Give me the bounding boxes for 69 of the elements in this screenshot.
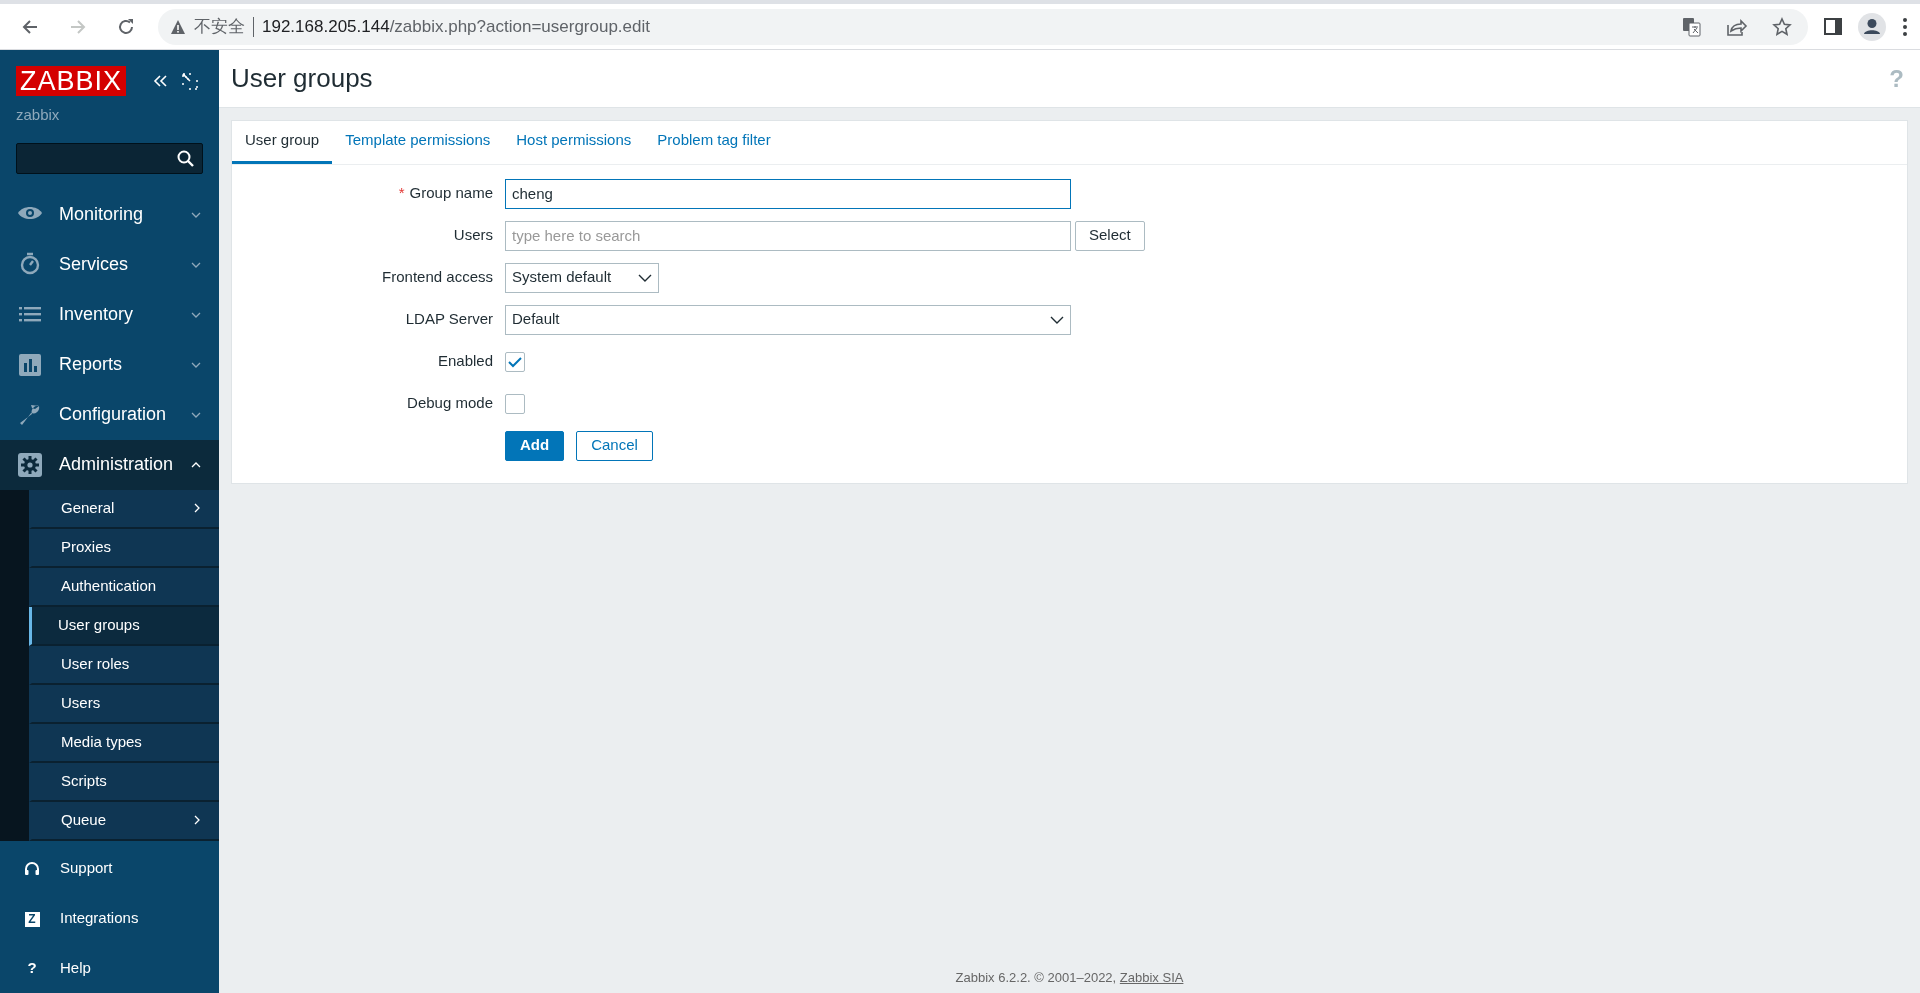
add-button[interactable]: Add [505, 430, 565, 461]
search-field[interactable] [16, 142, 203, 174]
search-field[interactable]: type here to search [505, 220, 1071, 251]
headset-icon [24, 861, 40, 877]
checkbox[interactable] [505, 351, 525, 372]
warning-icon [170, 18, 186, 35]
server-name: zabbix [16, 105, 61, 125]
dropdown[interactable]: System default [505, 262, 659, 293]
bar-chart-icon [17, 351, 43, 378]
footer-text: Zabbix 6.2.2. © 2001–2022, [955, 969, 1118, 985]
url-text: 192.168.205.144/zabbix.php?action=usergroup.edit [262, 15, 650, 38]
submenu-item[interactable]: Scripts [29, 762, 219, 802]
menu-item[interactable]: Monitoring [0, 189, 219, 240]
menu-item[interactable]: Services [0, 239, 219, 290]
logo[interactable]: ZABBIX [16, 66, 127, 96]
field-label: Frontend access [381, 267, 494, 288]
menu-item[interactable]: Reports [0, 339, 219, 390]
sidebar-link[interactable]: Support [0, 843, 219, 893]
tab[interactable]: Problem tag filter [644, 121, 784, 164]
menu-item[interactable]: Configuration [0, 389, 219, 440]
submenu-item[interactable]: User groups [29, 606, 219, 646]
address-bar[interactable]: 不安全 192.168.205.144/zabbix.php?action=usergroup.edit [158, 8, 1808, 45]
cancel-button[interactable]: Cancel [576, 430, 653, 461]
submenu-item[interactable]: Media types [29, 723, 219, 763]
field-label: Users [452, 225, 494, 246]
tab[interactable]: Template permissions [332, 121, 504, 164]
chevron-icon [191, 260, 201, 269]
submenu-item[interactable]: User roles [29, 645, 219, 685]
select-button[interactable]: Select [1075, 220, 1145, 251]
star-icon[interactable] [1772, 16, 1792, 37]
chevron-icon [191, 310, 201, 319]
field-label: Debug mode [406, 393, 494, 414]
caret-icon [1050, 314, 1064, 325]
caret-icon [638, 272, 652, 283]
submenu-item[interactable]: Authentication [29, 567, 219, 607]
submenu-item[interactable]: Proxies [29, 528, 219, 568]
search-icon[interactable] [177, 149, 194, 167]
security-label: 不安全 [194, 15, 245, 38]
share-icon[interactable] [1726, 16, 1748, 37]
field-label: * Group name [397, 183, 494, 204]
submenu-item[interactable]: Queue [29, 801, 219, 841]
menu-item[interactable]: Administration [0, 439, 219, 490]
tab[interactable]: Host permissions [503, 121, 645, 164]
menu-icon[interactable] [1902, 16, 1908, 37]
chevron-icon [191, 410, 201, 419]
collapse-icon[interactable] [152, 74, 168, 88]
checkmark-icon [507, 354, 523, 369]
side-panel-icon[interactable] [1824, 17, 1842, 36]
chevron-icon [191, 460, 201, 469]
profile-avatar-icon[interactable] [1858, 12, 1886, 41]
field-label: Enabled [436, 351, 494, 372]
menu-item[interactable]: Inventory [0, 289, 219, 340]
sidebar-link[interactable]: Z Integrations [0, 893, 219, 943]
translate-icon[interactable] [1682, 16, 1702, 37]
chevron-icon [191, 360, 201, 369]
chevron-icon [191, 210, 201, 219]
dropdown[interactable]: Default [505, 304, 1071, 335]
tab[interactable]: User group [232, 121, 333, 164]
gear-icon [17, 451, 43, 478]
field-label: LDAP Server [404, 309, 494, 330]
page-title: User groups [231, 62, 373, 95]
sidebar-link[interactable]: ? Help [0, 943, 219, 993]
footer-link[interactable]: Zabbix SIA [1119, 969, 1184, 985]
reload-icon [117, 17, 135, 36]
submenu-item[interactable]: General [29, 489, 219, 529]
checkbox[interactable] [505, 393, 525, 414]
submenu-item[interactable]: Users [29, 684, 219, 724]
help-icon: ? [18, 956, 46, 980]
input-field[interactable]: cheng [505, 178, 1071, 209]
